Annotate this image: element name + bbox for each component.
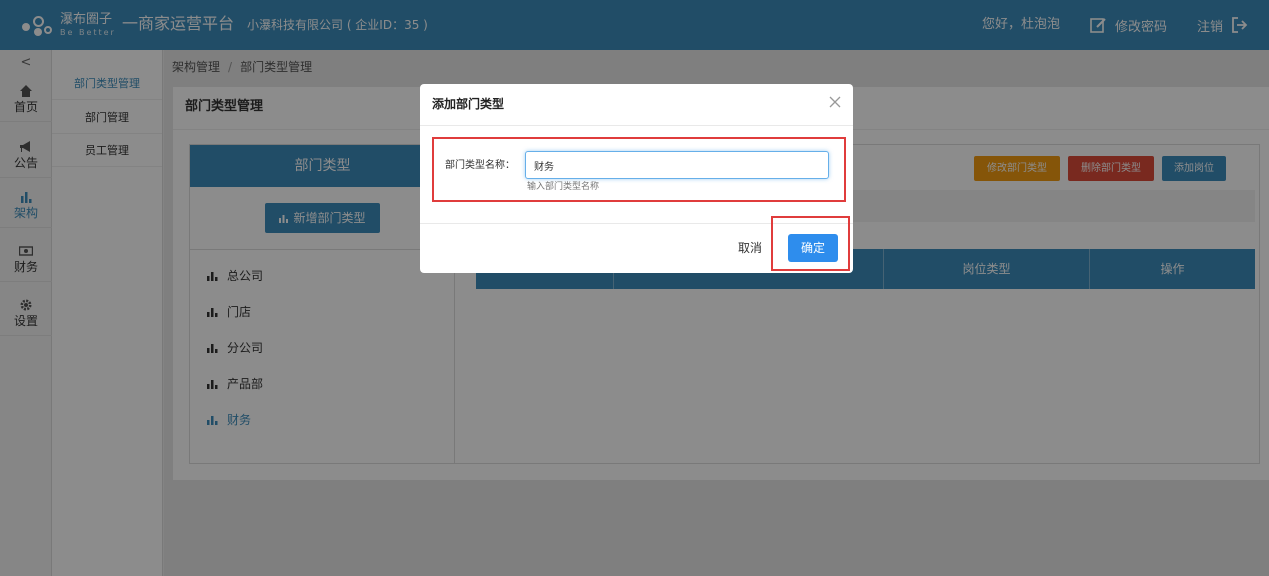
cancel-button[interactable]: 取消 bbox=[738, 240, 762, 256]
divider bbox=[420, 223, 853, 224]
dialog-title: 添加部门类型 bbox=[432, 97, 505, 111]
confirm-button[interactable]: 确定 bbox=[788, 234, 838, 262]
close-icon[interactable] bbox=[828, 95, 842, 109]
dept-type-name-label: 部门类型名称： bbox=[445, 160, 515, 171]
add-dept-type-dialog: 添加部门类型 部门类型名称： 输入部门类型名称 取消 确定 bbox=[420, 84, 853, 273]
divider bbox=[420, 125, 853, 126]
dept-type-name-help: 输入部门类型名称 bbox=[527, 182, 600, 192]
dept-type-name-input[interactable] bbox=[525, 151, 829, 179]
